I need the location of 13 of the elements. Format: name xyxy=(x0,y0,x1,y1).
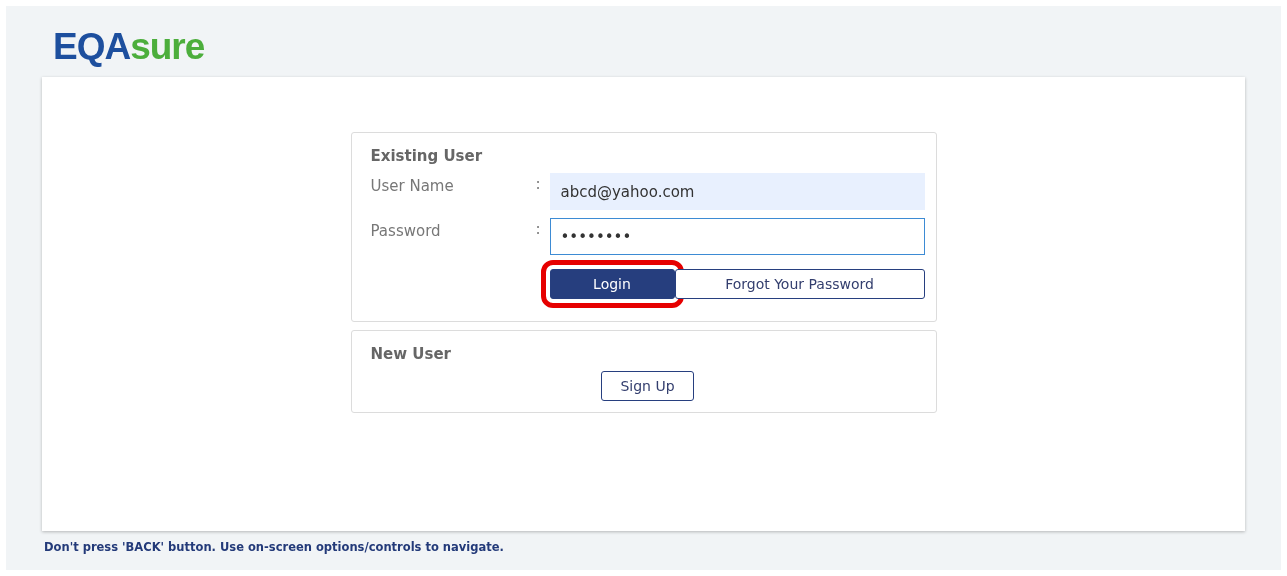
colon-separator: : xyxy=(535,174,542,195)
forgot-password-button[interactable]: Forgot Your Password xyxy=(674,269,925,299)
field-label: User Name xyxy=(370,176,455,197)
username-field[interactable]: abcd@yahoo.com xyxy=(549,173,925,210)
field-label: Password xyxy=(370,221,442,242)
section-title: Existing User xyxy=(370,147,484,165)
colon-separator: : xyxy=(535,219,542,240)
sign-up-button[interactable]: Sign Up xyxy=(601,371,694,401)
logo-text: EQA xyxy=(53,26,131,67)
logo-text: sure xyxy=(130,26,205,67)
password-field[interactable]: •••••••• xyxy=(549,218,925,255)
footer-note: Don't press 'BACK' button. Use on-screen options/controls to navigate. xyxy=(43,539,505,556)
section-title: New User xyxy=(370,345,452,363)
